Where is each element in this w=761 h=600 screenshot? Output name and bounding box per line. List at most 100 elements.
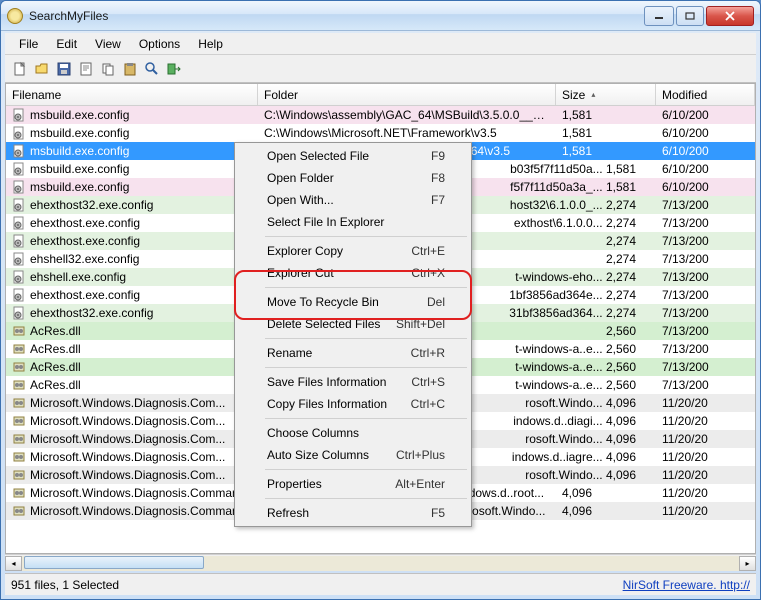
close-button[interactable] <box>706 6 754 26</box>
size-text: 4,096 <box>556 504 656 518</box>
toolbar <box>5 55 756 83</box>
folder-text: C:\Windows\Microsoft.NET\Framework\v3.5 <box>258 126 556 140</box>
context-shortcut: Ctrl+C <box>411 397 445 411</box>
scroll-thumb[interactable] <box>24 556 204 569</box>
menubar: File Edit View Options Help <box>5 33 756 55</box>
modified-text: 11/20/20 <box>656 432 755 446</box>
menu-help[interactable]: Help <box>190 35 231 53</box>
header-folder[interactable]: Folder <box>258 84 556 105</box>
context-item[interactable]: RenameCtrl+R <box>237 342 469 364</box>
modified-text: 7/13/200 <box>656 216 755 230</box>
file-icon <box>12 504 26 518</box>
context-shortcut: Ctrl+X <box>411 266 445 280</box>
filename-text: msbuild.exe.config <box>30 144 129 158</box>
statusbar: 951 files, 1 Selected NirSoft Freeware. … <box>5 573 756 595</box>
filename-text: msbuild.exe.config <box>30 180 129 194</box>
context-item[interactable]: Copy Files InformationCtrl+C <box>237 393 469 415</box>
context-item[interactable]: Choose Columns <box>237 422 469 444</box>
context-item[interactable]: Save Files InformationCtrl+S <box>237 371 469 393</box>
modified-text: 7/13/200 <box>656 288 755 302</box>
scroll-track[interactable] <box>22 556 739 571</box>
horizontal-scrollbar[interactable]: ◂ ▸ <box>5 554 756 571</box>
menu-options[interactable]: Options <box>131 35 188 53</box>
titlebar[interactable]: SearchMyFiles <box>1 1 760 31</box>
copy-icon[interactable] <box>99 60 117 78</box>
file-icon <box>12 486 26 500</box>
context-label: Open Selected File <box>267 149 431 163</box>
context-item[interactable]: RefreshF5 <box>237 502 469 524</box>
filename-text: ehexthost32.exe.config <box>30 306 153 320</box>
search-icon[interactable] <box>143 60 161 78</box>
context-label: Explorer Copy <box>267 244 411 258</box>
save-icon[interactable] <box>55 60 73 78</box>
context-item[interactable]: PropertiesAlt+Enter <box>237 473 469 495</box>
file-icon <box>12 414 26 428</box>
context-item[interactable]: Delete Selected FilesShift+Del <box>237 313 469 335</box>
context-separator <box>265 287 467 288</box>
context-shortcut: Shift+Del <box>396 317 445 331</box>
maximize-button[interactable] <box>676 6 704 26</box>
window-title: SearchMyFiles <box>29 9 644 23</box>
file-icon <box>12 450 26 464</box>
file-icon <box>12 180 26 194</box>
context-shortcut: F5 <box>431 506 445 520</box>
context-item[interactable]: Explorer CopyCtrl+E <box>237 240 469 262</box>
context-item[interactable]: Explorer CutCtrl+X <box>237 262 469 284</box>
context-item[interactable]: Open FolderF8 <box>237 167 469 189</box>
file-icon <box>12 162 26 176</box>
file-icon <box>12 432 26 446</box>
context-item[interactable]: Auto Size ColumnsCtrl+Plus <box>237 444 469 466</box>
app-window: SearchMyFiles File Edit View Options Hel… <box>0 0 761 600</box>
file-icon <box>12 252 26 266</box>
folder-text: C:\Windows\assembly\GAC_64\MSBuild\3.5.0… <box>258 108 556 122</box>
scroll-right-button[interactable]: ▸ <box>739 556 756 571</box>
context-separator <box>265 418 467 419</box>
table-row[interactable]: msbuild.exe.configC:\Windows\assembly\GA… <box>6 106 755 124</box>
minimize-button[interactable] <box>644 6 674 26</box>
paste-icon[interactable] <box>121 60 139 78</box>
context-label: Choose Columns <box>267 426 445 440</box>
modified-text: 11/20/20 <box>656 486 755 500</box>
file-icon <box>12 396 26 410</box>
scroll-left-button[interactable]: ◂ <box>5 556 22 571</box>
menu-edit[interactable]: Edit <box>48 35 85 53</box>
menu-file[interactable]: File <box>11 35 46 53</box>
header-filename[interactable]: Filename <box>6 84 258 105</box>
context-menu: Open Selected FileF9Open FolderF8Open Wi… <box>234 142 472 527</box>
modified-text: 11/20/20 <box>656 468 755 482</box>
modified-text: 11/20/20 <box>656 450 755 464</box>
context-item[interactable]: Select File In Explorer <box>237 211 469 233</box>
context-item[interactable]: Open With...F7 <box>237 189 469 211</box>
status-right-link[interactable]: NirSoft Freeware. http:// <box>623 578 750 592</box>
table-row[interactable]: msbuild.exe.configC:\Windows\Microsoft.N… <box>6 124 755 142</box>
open-icon[interactable] <box>33 60 51 78</box>
file-icon <box>12 288 26 302</box>
new-icon[interactable] <box>11 60 29 78</box>
modified-text: 7/13/200 <box>656 360 755 374</box>
file-icon <box>12 270 26 284</box>
file-icon <box>12 378 26 392</box>
modified-text: 11/20/20 <box>656 396 755 410</box>
header-modified[interactable]: Modified <box>656 84 755 105</box>
app-icon <box>7 8 23 24</box>
context-label: Open With... <box>267 193 431 207</box>
modified-text: 11/20/20 <box>656 414 755 428</box>
context-shortcut: Del <box>427 295 445 309</box>
modified-text: 7/13/200 <box>656 324 755 338</box>
context-item[interactable]: Open Selected FileF9 <box>237 145 469 167</box>
text-icon[interactable] <box>77 60 95 78</box>
column-headers: Filename Folder Size▴ Modified <box>6 84 755 106</box>
sort-asc-icon: ▴ <box>591 90 595 99</box>
context-shortcut: Ctrl+E <box>411 244 445 258</box>
menu-view[interactable]: View <box>87 35 129 53</box>
file-icon <box>12 108 26 122</box>
exit-icon[interactable] <box>165 60 183 78</box>
context-separator <box>265 469 467 470</box>
file-icon <box>12 144 26 158</box>
header-size[interactable]: Size▴ <box>556 84 656 105</box>
context-item[interactable]: Move To Recycle BinDel <box>237 291 469 313</box>
maximize-icon <box>685 12 695 20</box>
context-label: Properties <box>267 477 395 491</box>
file-icon <box>12 198 26 212</box>
context-label: Copy Files Information <box>267 397 411 411</box>
